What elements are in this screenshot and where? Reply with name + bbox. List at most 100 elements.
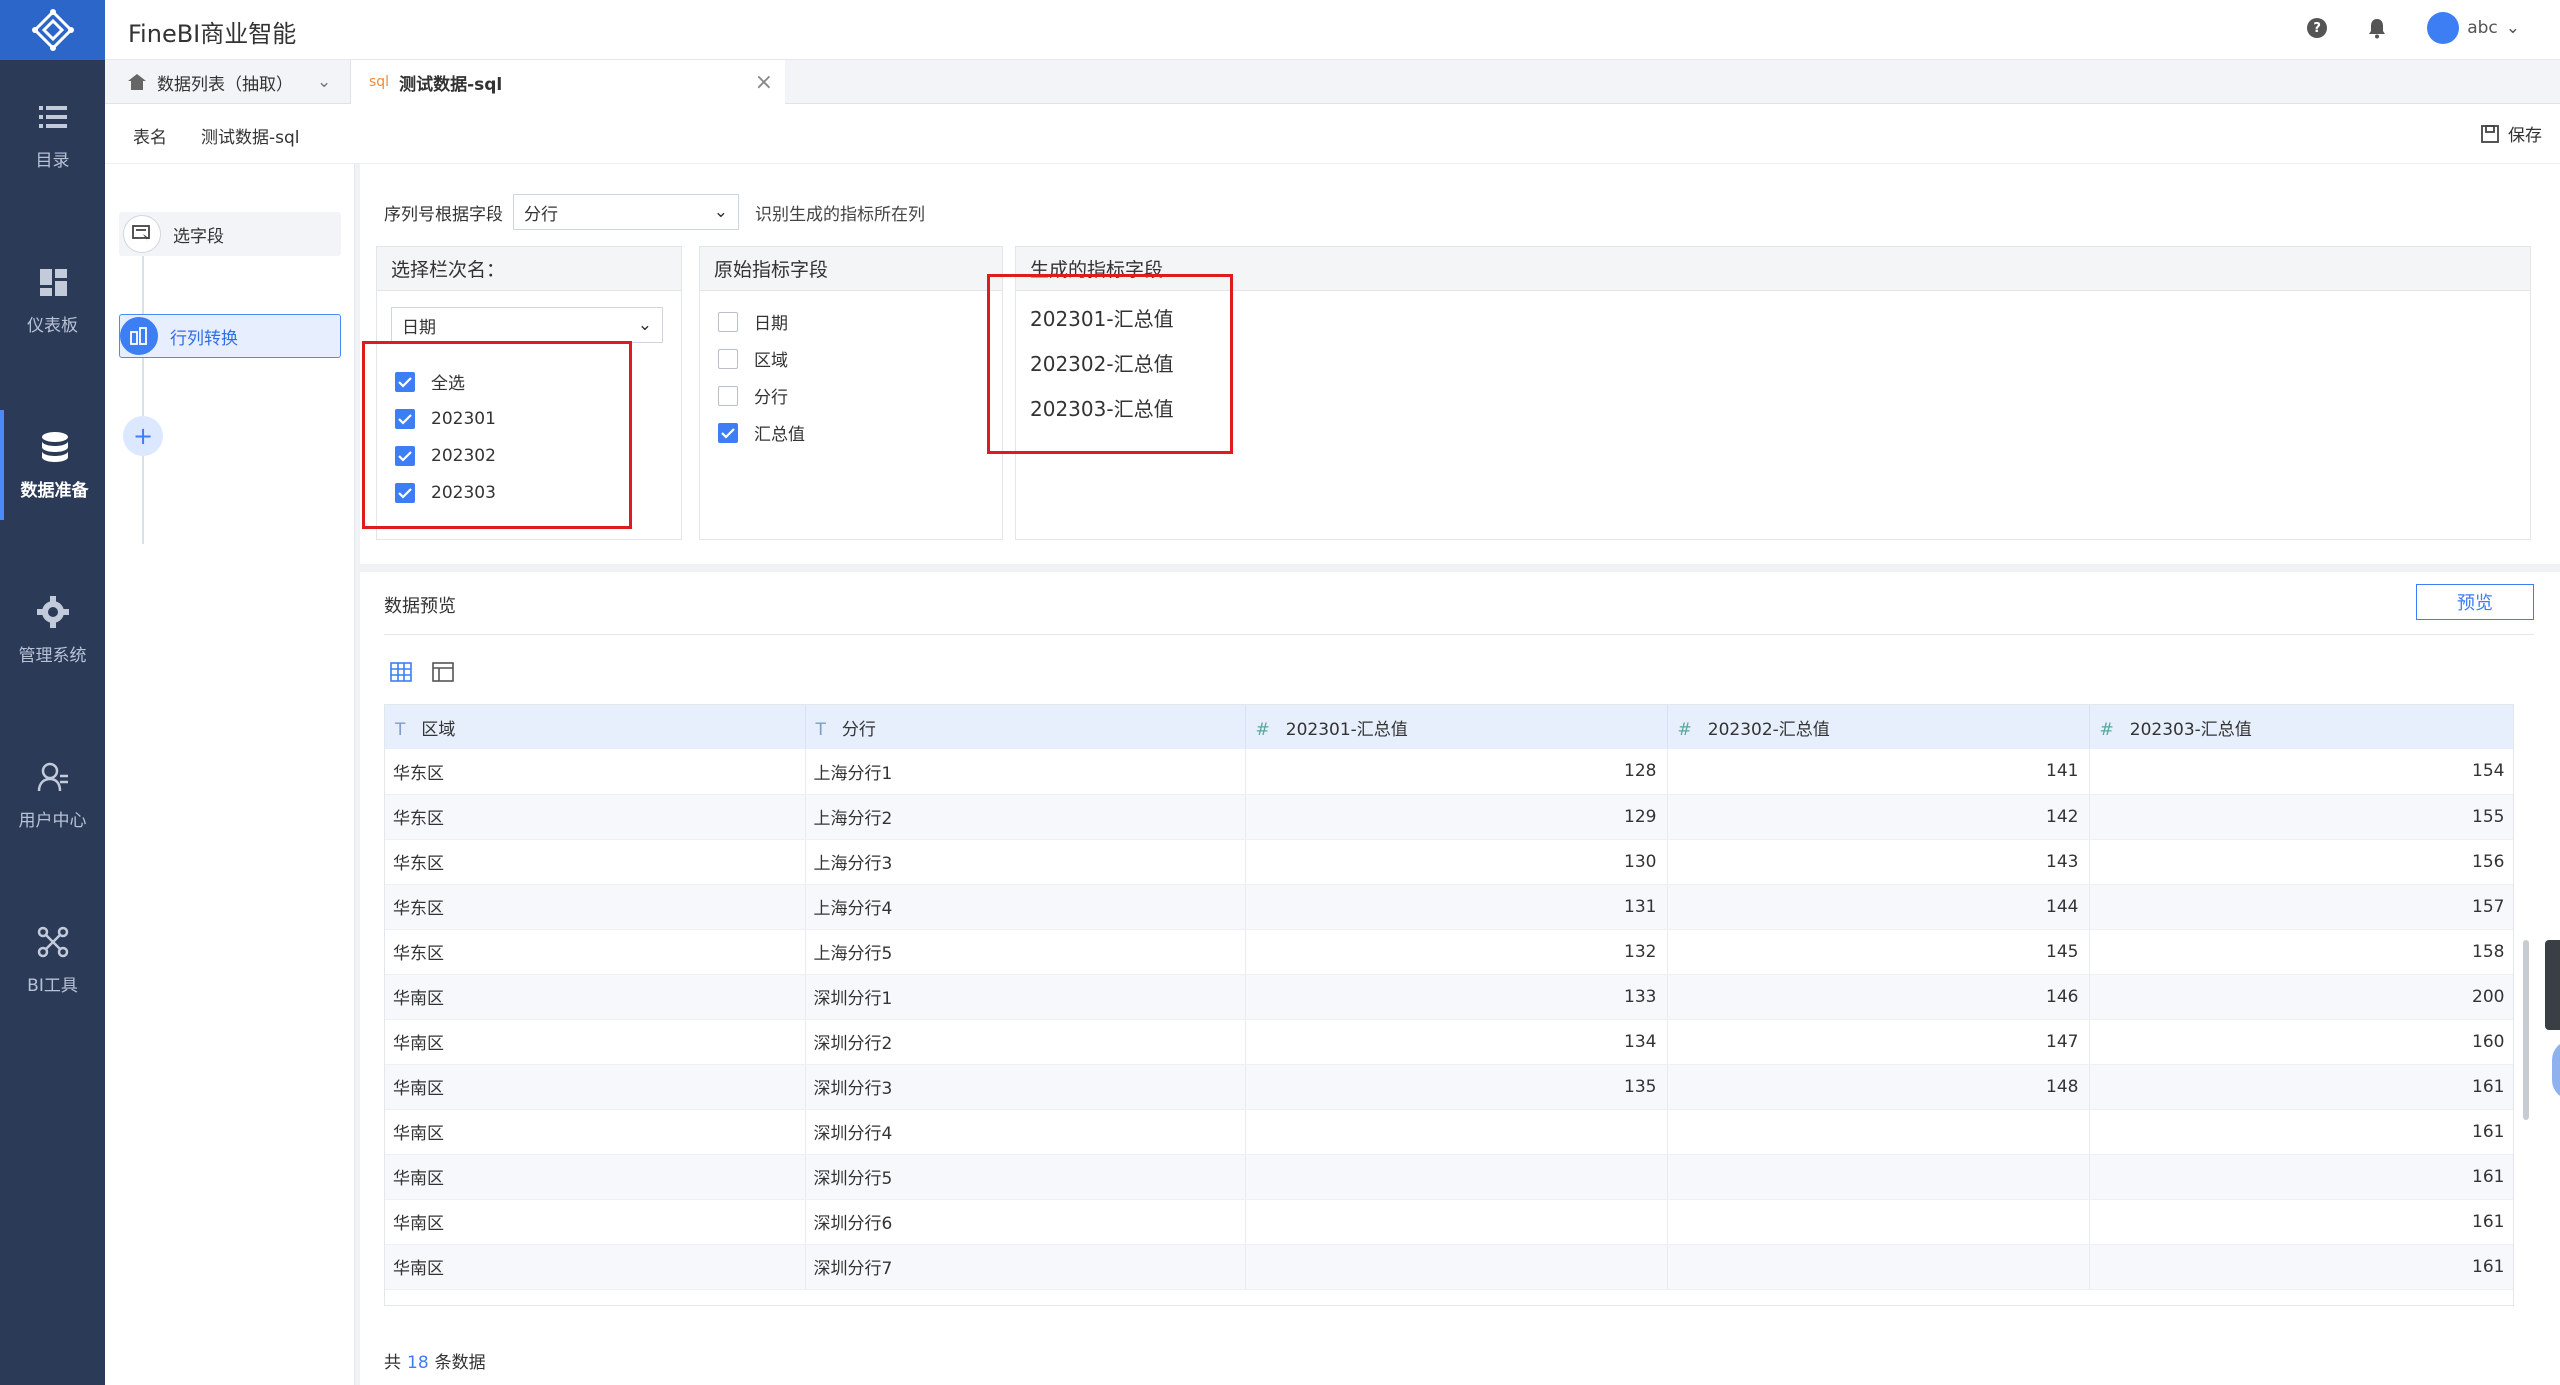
table-cell[interactable]: 161 [2089,1064,2513,1110]
step-row-col-transform[interactable]: 行列转换 [119,314,341,358]
table-cell[interactable]: 上海分行2 [805,794,1246,840]
table-cell[interactable]: 上海分行1 [805,749,1246,795]
preview-button[interactable]: 预览 [2416,584,2534,620]
checkbox-unchecked[interactable] [718,385,738,406]
sidebar-item-catalog[interactable]: 目录 [0,80,105,190]
table-cell[interactable]: 华东区 [385,839,806,885]
table-cell[interactable]: 华南区 [385,1154,806,1200]
table-cell[interactable]: 华东区 [385,929,806,975]
column-header[interactable]: #202302-汇总值 [1667,705,2090,749]
table-cell[interactable]: 154 [2089,749,2513,795]
divider [384,634,2534,635]
table-scrollbar[interactable] [2523,940,2529,1120]
grid-view-icon[interactable] [390,662,412,682]
table-cell[interactable] [1245,1244,1668,1290]
tab-sql[interactable]: sql 测试数据-sql × [351,60,785,104]
checkbox-checked[interactable] [718,422,738,443]
add-step-button[interactable]: + [123,416,163,456]
checkbox-region[interactable]: 区域 [718,340,805,377]
table-cell[interactable]: 160 [2089,1019,2513,1065]
table-cell[interactable]: 161 [2089,1109,2513,1155]
save-button[interactable]: 保存 [2480,121,2542,146]
table-cell[interactable]: 华南区 [385,1244,806,1290]
table-cell[interactable]: 144 [1667,884,2090,930]
table-cell[interactable]: 华南区 [385,1199,806,1245]
table-cell[interactable]: 华南区 [385,1019,806,1065]
sidebar-item-dashboard[interactable]: 仪表板 [0,245,105,355]
table-cell[interactable]: 华东区 [385,749,806,795]
table-cell[interactable]: 128 [1245,749,1668,795]
column-header[interactable]: T 分行 [805,705,1246,749]
app-logo[interactable] [0,0,105,60]
side-widget[interactable] [2545,940,2560,1030]
table-cell[interactable]: 129 [1245,794,1668,840]
table-cell[interactable]: 130 [1245,839,1668,885]
checkbox-sum[interactable]: 汇总值 [718,414,805,451]
table-cell[interactable]: 华南区 [385,1109,806,1155]
table-cell[interactable]: 200 [2089,974,2513,1020]
table-cell[interactable]: 华南区 [385,1064,806,1110]
table-cell[interactable]: 157 [2089,884,2513,930]
table-cell[interactable]: 134 [1245,1019,1668,1065]
table-cell[interactable]: 161 [2089,1244,2513,1290]
sidebar-item-bi-tools[interactable]: BI工具 [0,905,105,1015]
table-cell[interactable]: 158 [2089,929,2513,975]
table-cell[interactable] [1245,1199,1668,1245]
table-cell[interactable]: 深圳分行3 [805,1064,1246,1110]
table-cell[interactable]: 上海分行4 [805,884,1246,930]
table-cell[interactable]: 133 [1245,974,1668,1020]
table-cell[interactable]: 155 [2089,794,2513,840]
sort-field-select[interactable]: 分行 ⌄ [513,194,739,230]
chevron-down-icon[interactable]: ⌄ [317,72,331,92]
table-cell[interactable]: 深圳分行4 [805,1109,1246,1155]
table-cell[interactable]: 135 [1245,1064,1668,1110]
table-view-icon[interactable] [432,662,454,682]
checkbox-unchecked[interactable] [718,348,738,369]
table-cell[interactable] [1667,1199,2090,1245]
table-cell[interactable]: 华南区 [385,974,806,1020]
table-cell[interactable]: 深圳分行5 [805,1154,1246,1200]
column-header[interactable]: T 区域 [385,705,806,749]
tab-data-list[interactable]: 数据列表（抽取） ⌄ [119,60,351,104]
table-cell[interactable]: 161 [2089,1199,2513,1245]
table-cell[interactable]: 147 [1667,1019,2090,1065]
help-icon[interactable]: ? [2307,18,2328,38]
table-cell[interactable] [1667,1109,2090,1155]
table-name-value[interactable]: 测试数据-sql [201,123,300,148]
table-cell[interactable]: 145 [1667,929,2090,975]
column-field-select[interactable]: 日期 ⌄ [391,307,663,343]
column-header[interactable]: #202301-汇总值 [1245,705,1668,749]
bell-icon[interactable] [2367,17,2387,39]
close-icon[interactable]: × [755,70,773,95]
table-cell[interactable]: 上海分行5 [805,929,1246,975]
checkbox-date[interactable]: 日期 [718,303,805,340]
checkbox-unchecked[interactable] [718,311,738,332]
sidebar-item-user-center[interactable]: 用户中心 [0,740,105,850]
table-cell[interactable]: 华东区 [385,884,806,930]
table-cell[interactable] [1667,1244,2090,1290]
table-cell[interactable]: 上海分行3 [805,839,1246,885]
table-cell[interactable] [1245,1154,1668,1200]
table-cell[interactable]: 深圳分行1 [805,974,1246,1020]
user-menu[interactable]: abc ⌄ [2427,12,2520,44]
table-cell[interactable]: 深圳分行6 [805,1199,1246,1245]
checkbox-branch[interactable]: 分行 [718,377,805,414]
table-cell[interactable]: 深圳分行2 [805,1019,1246,1065]
table-cell[interactable]: 142 [1667,794,2090,840]
table-cell[interactable]: 131 [1245,884,1668,930]
table-cell[interactable]: 深圳分行7 [805,1244,1246,1290]
step-select-fields[interactable]: 选字段 [119,212,341,256]
table-cell[interactable]: 148 [1667,1064,2090,1110]
table-cell[interactable]: 141 [1667,749,2090,795]
table-cell[interactable] [1667,1154,2090,1200]
sidebar-item-admin[interactable]: 管理系统 [0,575,105,685]
table-cell[interactable]: 132 [1245,929,1668,975]
table-cell[interactable] [1245,1109,1668,1155]
sidebar-item-data-prep[interactable]: 数据准备 [0,410,105,520]
column-header[interactable]: #202303-汇总值 [2089,705,2513,749]
table-cell[interactable]: 161 [2089,1154,2513,1200]
table-cell[interactable]: 143 [1667,839,2090,885]
table-cell[interactable]: 华东区 [385,794,806,840]
table-cell[interactable]: 146 [1667,974,2090,1020]
table-cell[interactable]: 156 [2089,839,2513,885]
